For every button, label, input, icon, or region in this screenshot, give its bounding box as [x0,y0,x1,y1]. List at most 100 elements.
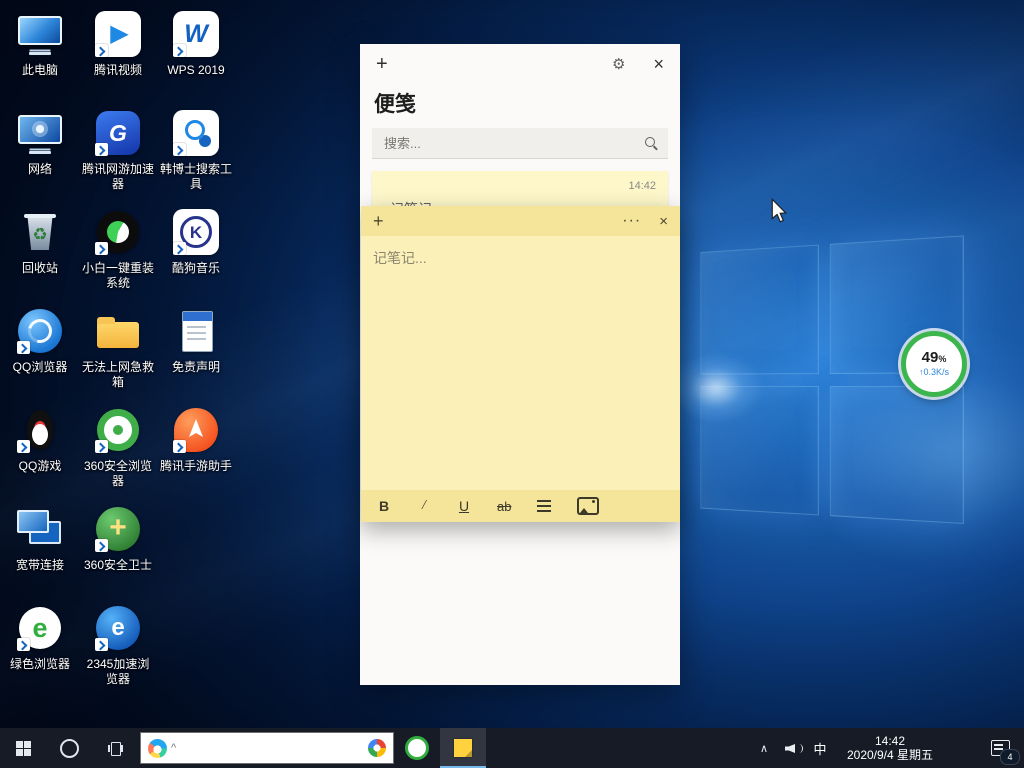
notification-count-badge: 4 [1000,749,1020,765]
desktop-icon-label: 腾讯视频 [80,63,156,78]
shortcut-arrow-icon [95,638,108,651]
new-note-button[interactable]: + [373,211,384,232]
desktop-icon-label: 绿色浏览器 [2,657,78,672]
note-timestamp: 14:42 [628,180,656,192]
icon-glyph: K [190,224,202,241]
mouse-cursor [770,198,788,230]
note-edit-area[interactable]: 记笔记... [361,236,680,490]
desktop-icon-wps-2019[interactable]: W WPS 2019 [158,8,234,105]
recycle-symbol-glyph: ♻ [32,226,47,243]
shortcut-arrow-icon [17,440,30,453]
strikethrough-button[interactable]: ab [497,499,511,514]
icon-glyph: e [111,616,124,640]
taskbar-sticky-notes-button[interactable] [440,728,486,768]
tencent-video-icon: ▶ [92,8,144,60]
shortcut-arrow-icon [95,143,108,156]
desktop-icon-label: 回收站 [2,261,78,276]
desktop-icon-label: 无法上网急救箱 [80,360,156,390]
note-placeholder-text: 记笔记... [373,248,427,268]
bullet-list-button[interactable] [537,500,551,512]
close-note-button[interactable]: × [659,213,668,230]
desktop-icon-tencent-gamebuddy[interactable]: 腾讯手游助手 [158,404,234,501]
notes-search-input[interactable] [382,135,636,152]
taskbar-green-browser-button[interactable] [394,728,440,768]
shortcut-arrow-icon [17,341,30,354]
ime-indicator[interactable]: 中 [806,739,834,758]
desktop-icon-disclaimer[interactable]: 免责声明 [158,305,234,402]
desktop-icon-network-first-aid[interactable]: 无法上网急救箱 [80,305,156,402]
new-note-button[interactable]: + [376,53,388,76]
desktop-icon-network[interactable]: 网络 [2,107,78,204]
shortcut-arrow-icon [95,440,108,453]
kugou-music-icon: K [170,206,222,258]
desktop-icon-tencent-game-accelerator[interactable]: G 腾讯网游加速器 [80,107,156,204]
desktop-icon-360-security[interactable]: + 360安全卫士 [80,503,156,600]
action-center-button[interactable]: 4 [976,728,1024,768]
skin-dropdown-caret[interactable]: ^ [171,742,176,754]
shortcut-arrow-icon [95,242,108,255]
desktop-icon-qq-browser[interactable]: QQ浏览器 [2,305,78,402]
cortana-button[interactable] [46,728,92,768]
speed-widget[interactable]: 49% ↑0.3K/s [901,331,967,397]
windows-logo-pane [830,386,964,524]
plus-glyph: + [109,513,127,543]
insert-image-button[interactable] [577,497,599,515]
desktop-icon-360-browser[interactable]: 360安全浏览器 [80,404,156,501]
network-icon [14,107,66,159]
memory-percent: 49% [922,350,947,367]
qq-browser-icon [14,305,66,357]
desktop-icon-kugou-music[interactable]: K 酷狗音乐 [158,206,234,303]
desktop-icon-this-pc[interactable]: 此电脑 [2,8,78,105]
recycle-bin-icon: ♻ [14,206,66,258]
desktop-icon-label: 2345加速浏览器 [80,657,156,687]
desktop-icon-column-3: W WPS 2019 韩博士搜索工具 K 酷狗音乐 免责声明 腾讯手游助手 [158,6,234,501]
play-glyph: ▶ [110,22,128,46]
desktop-icon-label: 小白一键重装系统 [80,261,156,291]
icon-glyph: W [184,22,208,47]
desktop-icon-qq-games[interactable]: QQ游戏 [2,404,78,501]
desktop-icon-hanboshi-search[interactable]: 韩博士搜索工具 [158,107,234,204]
desktop-icon-column-1: 此电脑 网络 ♻ 回收站 QQ浏览器 QQ游戏 宽带连接 [2,6,78,699]
italic-button[interactable]: / [417,498,431,514]
start-button[interactable] [0,728,46,768]
this-pc-icon [14,8,66,60]
network-first-aid-icon [92,305,144,357]
desktop-icon-label: 此电脑 [2,63,78,78]
broadband-connection-icon [14,503,66,555]
upload-speed: ↑0.3K/s [919,367,949,378]
desktop-icon-2345-browser[interactable]: e 2345加速浏览器 [80,602,156,699]
hidden-icons-chevron[interactable]: ∧ [750,742,778,755]
desktop-icon-label: 免责声明 [158,360,234,375]
desktop-icon-green-browser[interactable]: e 绿色浏览器 [2,602,78,699]
note-format-toolbar: B / U ab [361,490,680,522]
sticky-note-window: + ··· × 记笔记... B / U ab [361,206,680,522]
taskbar-search-box[interactable]: ^ [140,732,394,764]
tencent-gamebuddy-icon [170,404,222,456]
hanboshi-search-icon [170,107,222,159]
desktop-icon-label: 韩博士搜索工具 [158,162,234,192]
desktop-icon-recycle-bin[interactable]: ♻ 回收站 [2,206,78,303]
underline-button[interactable]: U [457,498,471,514]
wallpaper-flare [668,352,764,424]
sticky-notes-taskbar-icon [454,739,472,757]
nav-site-icon[interactable] [368,739,386,757]
tencent-game-accelerator-icon: G [92,107,144,159]
desktop-icon-broadband-connection[interactable]: 宽带连接 [2,503,78,600]
volume-icon[interactable] [778,740,806,756]
task-view-button[interactable] [92,728,138,768]
clock-time: 14:42 [834,734,946,748]
settings-gear-icon[interactable]: ⚙ [612,55,625,73]
notes-search-box[interactable] [372,128,668,159]
desktop-icon-tencent-video[interactable]: ▶ 腾讯视频 [80,8,156,105]
note-menu-button[interactable]: ··· [622,212,641,230]
desktop-icon-xiaobai-reinstall[interactable]: 小白一键重装系统 [80,206,156,303]
taskbar-clock[interactable]: 14:42 2020/9/4 星期五 [834,734,946,762]
close-notes-list-button[interactable]: × [653,54,664,75]
sticky-note-header[interactable]: + ··· × [361,206,680,236]
task-view-icon [108,742,123,755]
desktop-icon-label: QQ游戏 [2,459,78,474]
search-skin-icon[interactable] [148,739,167,758]
desktop-icon-label: QQ浏览器 [2,360,78,375]
bold-button[interactable]: B [377,498,391,514]
wps-2019-icon: W [170,8,222,60]
